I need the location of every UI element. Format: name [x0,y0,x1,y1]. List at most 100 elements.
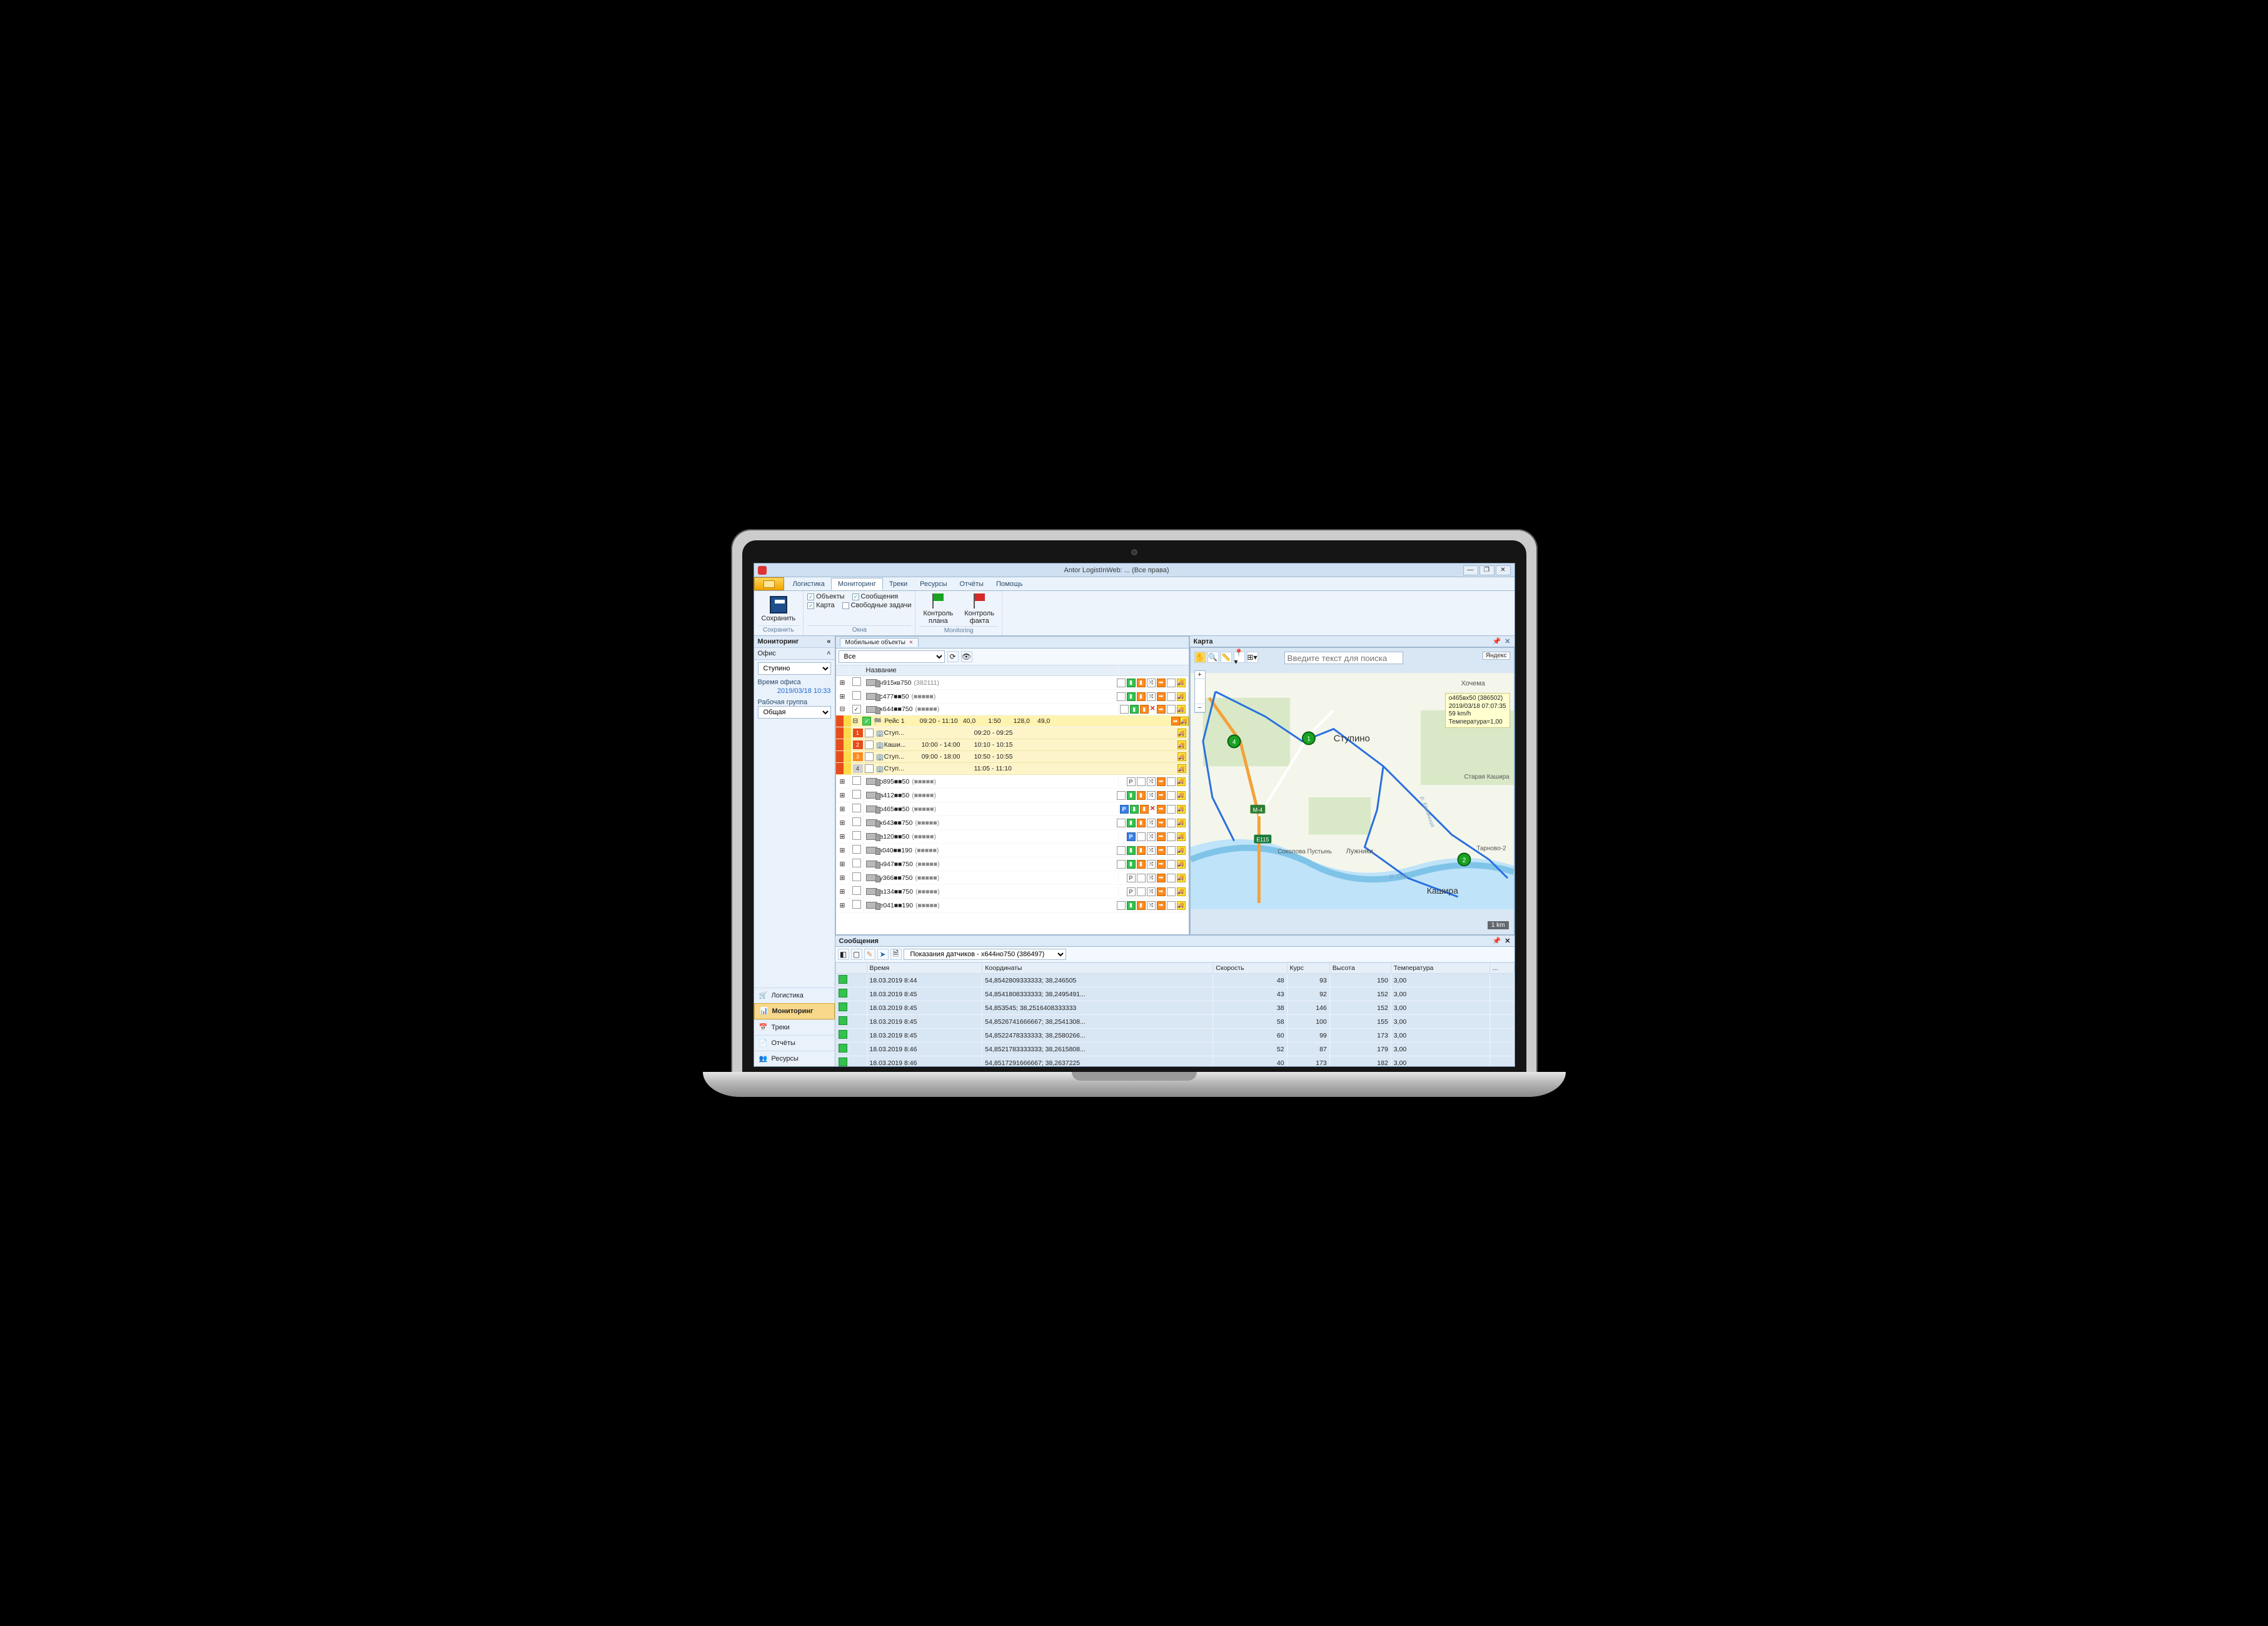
message-row[interactable]: 18.03.2019 8:45 54,8522478333333; 38,258… [835,1029,1514,1043]
chk-messages[interactable]: Сообщения [852,592,899,601]
expand-toggle[interactable]: ⊞ [836,832,850,842]
trip-header[interactable]: ⊟ ✓ 🏁 Рейс 1 09:20 - 11:10 40,0 1:50 128… [836,715,1189,727]
trip-checkbox[interactable]: ✓ [862,717,871,725]
expand-toggle[interactable]: ⊞ [836,901,850,911]
objects-rows[interactable]: ⊞ н915кв750 (382111) ▮▮ ⤨ ➡ 🚚 ⊞ с477■■50… [836,676,1189,934]
close-button[interactable]: ✕ [1496,565,1511,575]
control-fact-button[interactable]: Контроль факта [960,592,998,626]
trip-stop-row[interactable]: 2 🏢 Каши... 10:00 - 14:00 10:10 - 10:15 … [836,739,1189,751]
nav-reports[interactable]: 📄Отчёты [754,1035,835,1051]
message-row[interactable]: 18.03.2019 8:46 54,8521783333333; 38,261… [835,1043,1514,1056]
stop-checkbox[interactable] [865,764,874,773]
stop-checkbox[interactable] [865,729,874,737]
minimize-button[interactable]: — [1463,565,1478,575]
row-checkbox[interactable] [850,844,864,857]
row-checkbox[interactable] [850,775,864,788]
msg-col[interactable]: Координаты [982,963,1213,974]
row-checkbox[interactable] [850,899,864,912]
expand-toggle[interactable]: ⊞ [836,790,850,800]
msg-col[interactable] [835,963,867,974]
map-pin-tool[interactable]: 📍▾ [1234,652,1245,663]
row-checkbox[interactable] [850,830,864,843]
trip-stop-row[interactable]: 3 🏢 Ступ... 09:00 - 18:00 10:50 - 10:55 … [836,751,1189,763]
save-button[interactable]: Сохранить [758,595,800,624]
map-canvas[interactable]: ✋ 🔍 📏 📍▾ ⊞▾ + − [1190,647,1515,935]
nav-monitoring[interactable]: 📊Мониторинг [754,1003,835,1019]
chk-map[interactable]: Карта [807,601,834,610]
map-layers-tool[interactable]: ⊞▾ [1247,652,1258,663]
row-checkbox[interactable] [850,789,864,802]
tab-monitoring[interactable]: Мониторинг [831,578,883,590]
map-ruler-tool[interactable]: 📏 [1221,652,1232,663]
tab-help[interactable]: Помощь [990,578,1029,590]
chevron-left-icon[interactable]: « [827,638,830,645]
map-zoom-tool[interactable]: 🔍 [1207,652,1219,663]
row-checkbox[interactable] [850,857,864,871]
row-checkbox[interactable] [850,802,864,816]
nav-tracks[interactable]: 📅Треки [754,1019,835,1035]
messages-close-icon[interactable]: ✕ [1504,937,1510,945]
object-row[interactable]: ⊞ а120■■50 (■■■■■) P ⤨ ➡ 🚚 [836,830,1189,844]
object-row[interactable]: ⊞ е041■■190 (■■■■■) ▮▮ ⤨ ➡ 🚚 [836,899,1189,912]
map-hand-tool[interactable]: ✋ [1194,652,1206,663]
expand-toggle[interactable]: ⊞ [836,873,850,883]
row-checkbox[interactable] [850,816,864,829]
msg-col[interactable]: Температура [1391,963,1489,974]
messages-source-select[interactable]: Показания датчиков - х644но750 (386497) [904,949,1066,960]
message-row[interactable]: 18.03.2019 8:44 54,8542809333333; 38,246… [835,974,1514,987]
pin-icon[interactable]: 📌 [1493,937,1501,945]
col-name[interactable]: Название [864,665,1119,675]
tab-tracks[interactable]: Треки [883,578,914,590]
tab-logistics[interactable]: Логистика [787,578,831,590]
map-provider-badge[interactable]: Яндекс [1483,652,1510,660]
mobile-objects-tab[interactable]: Мобильные объекты× [840,638,919,647]
tab-resources[interactable]: Ресурсы [914,578,953,590]
chk-objects[interactable]: Объекты [807,592,844,601]
expand-toggle[interactable]: ⊞ [836,846,850,856]
stop-checkbox[interactable] [865,740,874,749]
control-plan-button[interactable]: Контроль плана [919,592,957,626]
object-row[interactable]: ⊞ н915кв750 (382111) ▮▮ ⤨ ➡ 🚚 [836,676,1189,690]
msg-tool-pencil[interactable]: ✎ [864,949,875,960]
messages-grid[interactable]: ВремяКоординатыСкоростьКурсВысотаТемпера… [835,962,1515,1066]
msg-tool-2[interactable]: ▢ [851,949,862,960]
tab-reports[interactable]: Отчёты [954,578,990,590]
map-close-icon[interactable]: ✕ [1504,637,1510,645]
chk-free-tasks[interactable]: Свободные задачи [842,601,912,610]
zoom-in-button[interactable]: + [1195,671,1205,679]
office-select[interactable]: Ступино [758,662,831,675]
msg-col[interactable]: Курс [1287,963,1329,974]
pin-icon[interactable]: 📌 [1493,637,1501,645]
eye-toggle-button[interactable]: 👁 [961,651,972,662]
expand-toggle[interactable]: ⊞ [836,818,850,828]
object-row[interactable]: ⊞ о895■■50 (■■■■■) P ⤨ ➡ 🚚 [836,775,1189,789]
row-checkbox[interactable]: ✓ [850,704,864,715]
msg-col[interactable]: Высота [1329,963,1391,974]
trip-stop-row[interactable]: 4 🏢 Ступ... 11:05 - 11:10 🚚 [836,763,1189,775]
msg-col[interactable]: Время [867,963,982,974]
expand-toggle[interactable]: ⊞ [836,692,850,702]
message-row[interactable]: 18.03.2019 8:45 54,8541808333333; 38,249… [835,987,1514,1001]
close-tab-icon[interactable]: × [909,639,913,646]
refresh-button[interactable]: ⟳ [947,651,959,662]
expand-toggle[interactable]: ⊞ [836,678,850,688]
msg-col[interactable]: ... [1489,963,1514,974]
object-row[interactable]: ⊞ н947■■750 (■■■■■) ▮▮ ⤨ ➡ 🚚 [836,857,1189,871]
object-row[interactable]: ⊞ а412■■50 (■■■■■) ▮▮ ⤨ ➡ 🚚 [836,789,1189,802]
office-header[interactable]: Офис˄ [754,648,835,660]
object-row[interactable]: ⊞ х643■■750 (■■■■■) ▮▮ ⤨ ➡ 🚚 [836,816,1189,830]
objects-filter-select[interactable]: Все [839,650,945,663]
stop-checkbox[interactable] [865,752,874,761]
file-menu-button[interactable] [754,577,784,590]
row-checkbox[interactable] [850,885,864,898]
message-row[interactable]: 18.03.2019 8:45 54,853545; 38,2516408333… [835,1001,1514,1015]
nav-resources[interactable]: 👥Ресурсы [754,1051,835,1066]
expand-toggle[interactable]: ⊞ [836,887,850,897]
workgroup-select[interactable]: Общая [758,706,831,719]
message-row[interactable]: 18.03.2019 8:45 54,8526741666667; 38,254… [835,1015,1514,1029]
trip-stop-row[interactable]: 1 🏢 Ступ... 09:20 - 09:25 🚚 [836,727,1189,739]
msg-tool-doc[interactable]: 🗎 [890,949,902,960]
trip-collapse[interactable]: ⊟ [851,717,860,725]
object-row[interactable]: ⊟ ✓ х644■■750 (■■■■■) ▮▮ ✕ ➡ 🚚 [836,704,1189,715]
zoom-slider[interactable] [1195,679,1205,704]
